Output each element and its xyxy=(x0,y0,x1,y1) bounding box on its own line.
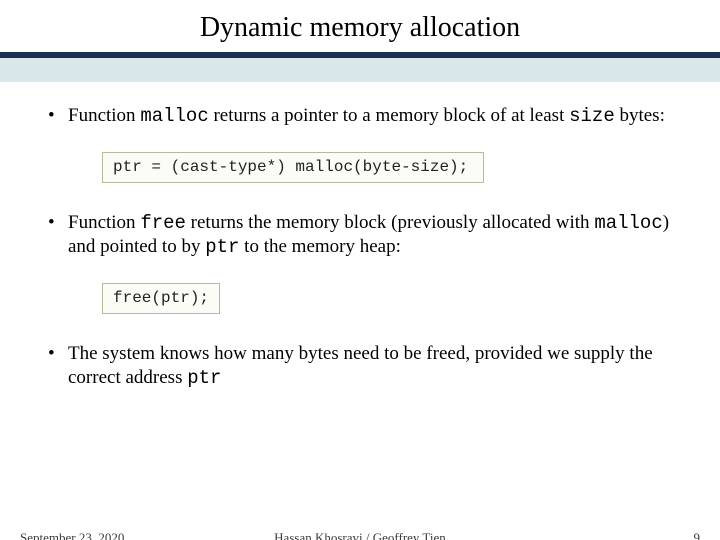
code-block-malloc: ptr = (cast-type*) malloc(byte-size); xyxy=(102,152,484,182)
text: returns the memory block (previously all… xyxy=(186,212,594,233)
code-inline-malloc2: malloc xyxy=(594,212,662,234)
subtitle-bar xyxy=(0,58,720,82)
text: Function xyxy=(68,212,140,233)
code-inline-malloc: malloc xyxy=(140,105,208,127)
bullet-2: Function free returns the memory block (… xyxy=(44,211,676,318)
footer-page-number: 9 xyxy=(694,530,701,540)
content-area: Function malloc returns a pointer to a m… xyxy=(0,82,720,391)
code-block-free: free(ptr); xyxy=(102,283,220,313)
text: The system knows how many bytes need to … xyxy=(68,343,653,388)
bullet-3: The system knows how many bytes need to … xyxy=(44,342,676,391)
text: to the memory heap: xyxy=(239,236,400,257)
slide: Dynamic memory allocation Function mallo… xyxy=(0,0,720,540)
bullet-1: Function malloc returns a pointer to a m… xyxy=(44,104,676,187)
text: Function xyxy=(68,105,140,126)
code-inline-free: free xyxy=(140,212,186,234)
text: returns a pointer to a memory block of a… xyxy=(209,105,569,126)
text: bytes: xyxy=(615,105,665,126)
slide-title: Dynamic memory allocation xyxy=(0,0,720,52)
code-inline-ptr: ptr xyxy=(205,236,239,258)
code-inline-size: size xyxy=(569,105,615,127)
footer-authors: Hassan Khosravi / Geoffrey Tien xyxy=(0,530,720,540)
bullet-list: Function malloc returns a pointer to a m… xyxy=(44,104,676,391)
code-inline-ptr2: ptr xyxy=(187,367,221,389)
